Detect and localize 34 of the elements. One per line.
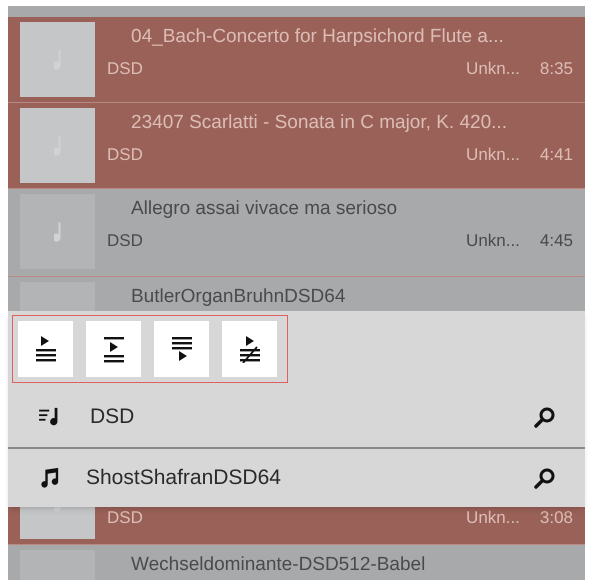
track-format: DSD (107, 230, 143, 252)
queue-button[interactable] (18, 321, 73, 377)
menu-item[interactable]: DSD (8, 387, 585, 447)
queue-button[interactable] (222, 321, 277, 377)
track-duration: 3:08 (540, 507, 573, 529)
track-artist: Unkn... (466, 144, 520, 166)
track-artist: Unkn... (466, 507, 520, 529)
menu-item-label: ShostShafranDSD64 (86, 465, 282, 492)
track-duration: 4:45 (540, 230, 573, 252)
track-row[interactable]: 04_Bach-Concerto for Harpsichord Flute a... DSD Unkn... 8:35 (8, 17, 585, 103)
track-title: 23407 Scarlatti - Sonata in C major, K. 420... (130, 111, 508, 135)
track-artist: Unkn... (466, 58, 520, 80)
track-duration: 4:41 (540, 144, 573, 166)
track-format: DSD (107, 507, 143, 529)
queue-button[interactable] (86, 321, 141, 377)
lines-play-icon (170, 335, 194, 363)
search-icon[interactable] (533, 466, 557, 490)
menu-item-label: DSD (90, 404, 136, 430)
play-lines-icon (102, 335, 126, 363)
track-format: DSD (107, 58, 143, 80)
track-title: Allegro assai vivace ma serioso (130, 197, 398, 221)
play-lines-slash-icon (238, 335, 262, 363)
track-title: Wechseldominante-DSD512-Babel (130, 553, 426, 577)
track-row[interactable]: 23407 Scarlatti - Sonata in C major, K. 420... DSD Unkn... 4:41 (8, 103, 585, 189)
music-note-icon (54, 222, 61, 242)
track-format: DSD (107, 144, 143, 166)
track-duration: 8:35 (540, 58, 573, 80)
track-artist: Unkn... (466, 230, 520, 252)
play-lines-icon (34, 335, 58, 363)
track-title: ButlerOrganBruhnDSD64 (130, 285, 346, 309)
menu-item[interactable]: ShostShafranDSD64 (8, 447, 585, 507)
track-title: 04_Bach-Concerto for Harpsichord Flute a... (130, 25, 505, 49)
search-icon[interactable] (533, 405, 557, 429)
queue-button[interactable] (154, 321, 209, 377)
